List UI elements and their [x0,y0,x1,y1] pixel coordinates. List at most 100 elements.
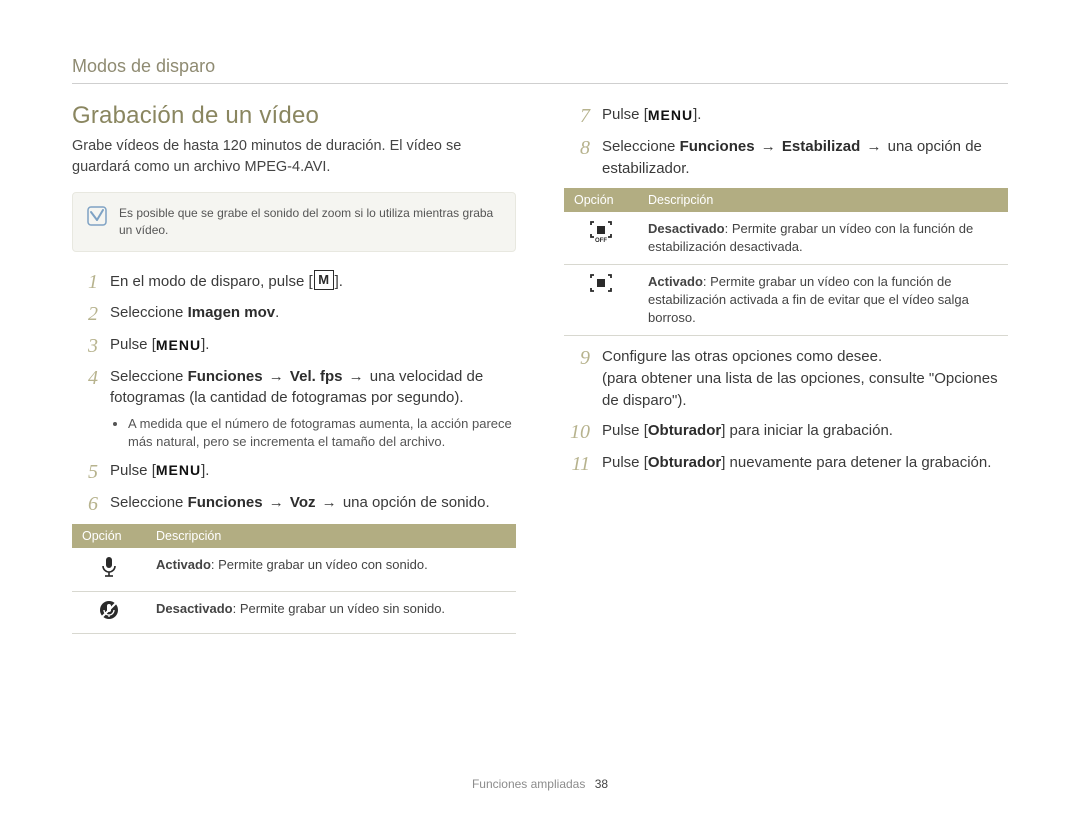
bold-text: Desactivado [648,221,725,236]
step-sub-bullets: A medida que el número de fotogramas aum… [128,415,516,451]
stabilizer-options-table: Opción Descripción OFF [564,188,1008,337]
table-header-description: Descripción [638,188,1008,212]
step-2: 2 Seleccione Imagen mov. [72,302,516,326]
table-header-option: Opción [564,188,638,212]
menu-icon: MENU [156,335,201,355]
arrow-icon: → [347,368,366,385]
step-text: ] nuevamente para detener la grabación. [721,454,991,471]
svg-text:OFF: OFF [595,238,607,242]
mode-m-icon: M [314,270,334,290]
footer-label: Funciones ampliadas [472,777,585,791]
step-text: Pulse [ [602,422,648,439]
bold-text: Activado [648,274,703,289]
page-number: 38 [595,777,608,791]
left-column: Grabación de un vídeo Grabe vídeos de ha… [72,94,516,644]
intro-paragraph: Grabe vídeos de hasta 120 minutos de dur… [72,136,516,178]
step-text: ] para iniciar la grabación. [721,422,893,439]
step-text: Seleccione [110,304,188,321]
bold-text: Desactivado [156,601,233,616]
section-label: Modos de disparo [72,56,1008,77]
step-text: una opción de sonido. [343,494,490,511]
bold-text: Obturador [648,422,721,439]
cell-text: : Permite grabar un vídeo sin sonido. [233,601,445,616]
step-text: ]. [335,273,343,290]
page-footer: Funciones ampliadas 38 [0,777,1080,791]
bold-text: Vel. fps [290,368,343,385]
step-number: 11 [564,452,590,476]
note-text: Es posible que se grabe el sonido del zo… [119,205,501,239]
table-header-option: Opción [72,524,146,548]
note-icon [87,206,107,226]
step-7: 7 Pulse [MENU]. [564,104,1008,128]
right-column: 7 Pulse [MENU]. 8 Seleccione Funciones →… [564,94,1008,644]
step-number: 1 [72,270,98,294]
step-text: Pulse [ [110,336,156,353]
sub-bullet: A medida que el número de fotogramas aum… [128,415,516,451]
mic-on-icon [100,556,118,578]
steps-right-top: 7 Pulse [MENU]. 8 Seleccione Funciones →… [564,104,1008,180]
bold-text: Estabilizad [782,138,860,155]
bold-text: Activado [156,557,211,572]
step-text: En el modo de disparo, pulse [ [110,273,313,290]
step-text: ]. [201,336,209,353]
step-number: 3 [72,334,98,358]
step-number: 2 [72,302,98,326]
step-6: 6 Seleccione Funciones → Voz → una opció… [72,492,516,516]
bold-text: Funciones [680,138,755,155]
table-row: Activado: Permite grabar un vídeo con so… [72,548,516,592]
step-subtext: (para obtener una lista de las opciones,… [602,370,998,409]
table-row: OFF Desactivado: Permite grabar un vídeo… [564,212,1008,265]
step-3: 3 Pulse [MENU]. [72,334,516,358]
step-4: 4 Seleccione Funciones → Vel. fps → una … [72,366,516,452]
mic-off-icon [99,600,119,620]
menu-icon: MENU [156,460,201,480]
bold-text: Obturador [648,454,721,471]
arrow-icon: → [267,494,286,511]
bold-text: Funciones [188,494,263,511]
arrow-icon: → [267,368,286,385]
sound-options-table: Opción Descripción [72,524,516,634]
step-text: Configure las otras opciones como desee. [602,348,882,365]
stabilizer-on-icon [589,273,613,293]
step-text: Seleccione [110,368,188,385]
stabilizer-off-icon: OFF [589,220,613,242]
step-number: 8 [564,136,590,160]
step-text: Pulse [ [602,454,648,471]
columns: Grabación de un vídeo Grabe vídeos de ha… [72,94,1008,644]
table-row: Activado: Permite grabar un vídeo con la… [564,264,1008,336]
step-text: Pulse [ [110,462,156,479]
step-text: ]. [201,462,209,479]
bold-text: Voz [290,494,316,511]
step-text: ]. [693,106,701,123]
step-text: Seleccione [602,138,680,155]
step-number: 6 [72,492,98,516]
note-box: Es posible que se grabe el sonido del zo… [72,192,516,252]
step-text: . [275,304,279,321]
page-title: Grabación de un vídeo [72,102,516,130]
bold-text: Funciones [188,368,263,385]
step-10: 10 Pulse [Obturador] para iniciar la gra… [564,420,1008,444]
page: Modos de disparo Grabación de un vídeo G… [0,0,1080,815]
arrow-icon: → [759,138,778,155]
cell-text: : Permite grabar un vídeo con sonido. [211,557,428,572]
menu-icon: MENU [648,105,693,125]
arrow-icon: → [320,494,339,511]
step-number: 10 [564,420,590,444]
step-5: 5 Pulse [MENU]. [72,460,516,484]
step-number: 4 [72,366,98,390]
table-row: Desactivado: Permite grabar un vídeo sin… [72,591,516,633]
section-divider [72,83,1008,84]
steps-left: 1 En el modo de disparo, pulse [M]. 2 Se… [72,270,516,516]
bold-text: Imagen mov [188,304,276,321]
step-number: 7 [564,104,590,128]
step-11: 11 Pulse [Obturador] nuevamente para det… [564,452,1008,476]
table-header-description: Descripción [146,524,516,548]
step-9: 9 Configure las otras opciones como dese… [564,346,1008,411]
step-1: 1 En el modo de disparo, pulse [M]. [72,270,516,294]
step-number: 5 [72,460,98,484]
step-number: 9 [564,346,590,370]
steps-right-bottom: 9 Configure las otras opciones como dese… [564,346,1008,475]
step-text: Pulse [ [602,106,648,123]
step-text: Seleccione [110,494,188,511]
step-8: 8 Seleccione Funciones → Estabilizad → u… [564,136,1008,180]
